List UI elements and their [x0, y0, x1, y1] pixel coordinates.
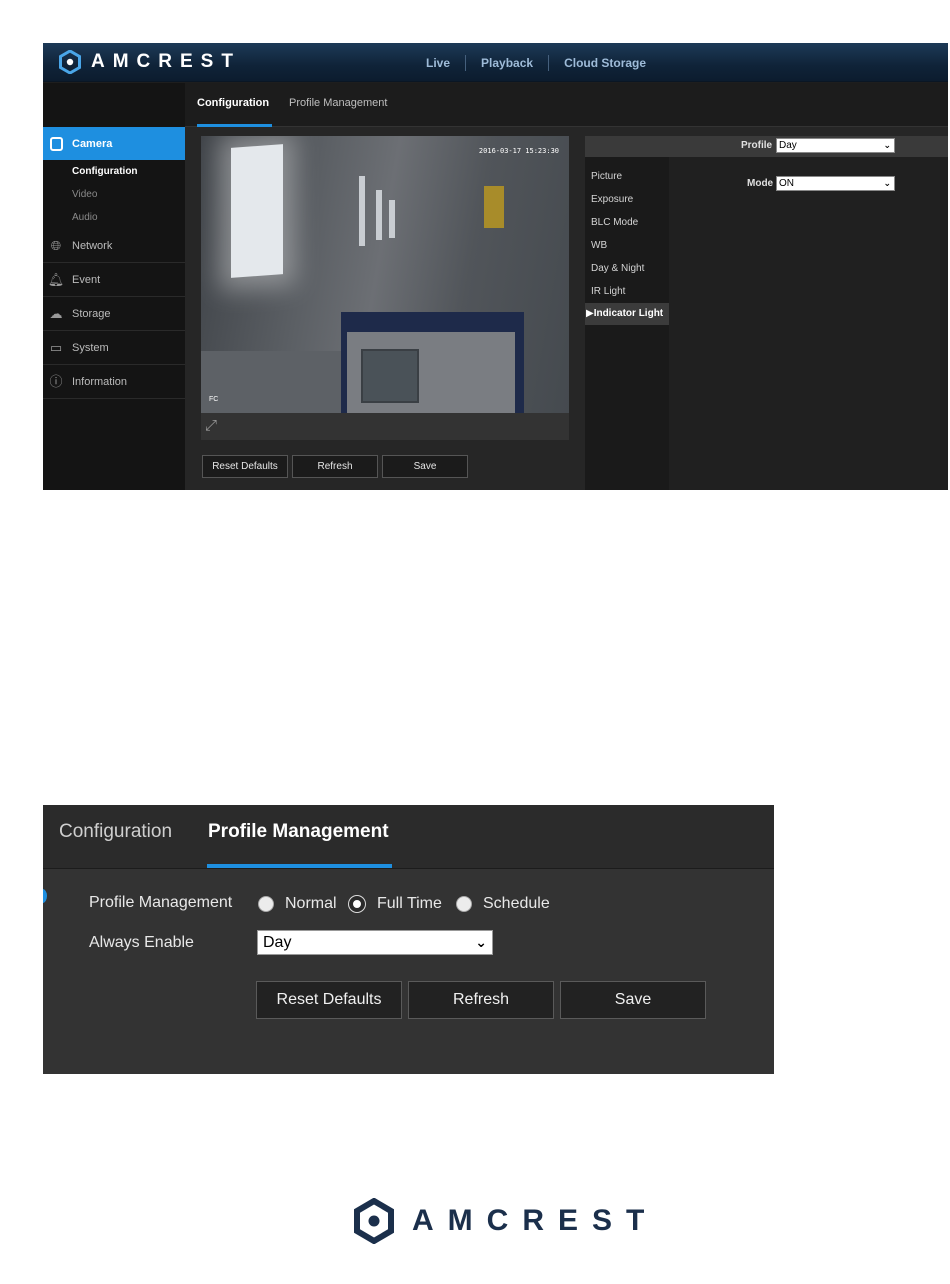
menu-blc-mode[interactable]: BLC Mode: [591, 217, 638, 228]
nav-cloud-storage[interactable]: Cloud Storage: [549, 56, 661, 70]
profile-management-label: Profile Management: [89, 894, 233, 911]
video-toolbar: ⤢: [201, 413, 569, 440]
amcrest-logo-icon: [354, 1198, 394, 1244]
footer-logo: AMCREST: [354, 1198, 658, 1244]
video-scene: [231, 144, 283, 278]
monitor-icon: ▭: [49, 339, 63, 355]
brand-logo: AMCREST: [59, 50, 241, 74]
tabs: Configuration Profile Management: [43, 805, 774, 869]
save-button[interactable]: Save: [382, 455, 468, 478]
refresh-button[interactable]: Refresh: [292, 455, 378, 478]
chevron-down-icon: ⌄: [883, 178, 891, 188]
tab-configuration[interactable]: Configuration: [197, 97, 269, 109]
refresh-button[interactable]: Refresh: [408, 981, 554, 1019]
camera-config-screenshot: AMCREST Live Playback Cloud Storage Came…: [43, 43, 948, 490]
sidebar-item-storage[interactable]: ☁︎ Storage: [43, 297, 185, 331]
mode-label: Mode: [747, 178, 774, 189]
profile-label: Profile: [741, 140, 773, 151]
menu-exposure[interactable]: Exposure: [591, 194, 633, 205]
video-timestamp: 2016-03-17 15:23:30: [478, 147, 559, 155]
menu-picture[interactable]: Picture: [591, 171, 622, 182]
settings-panel: Profile Day ⌄ Picture Exposure BLC Mode …: [585, 136, 948, 490]
sidebar-item-label: Storage: [72, 307, 111, 320]
sidebar-item-label: Event: [72, 273, 101, 286]
mode-value: ON: [779, 178, 794, 189]
chevron-down-icon: ⌄: [475, 934, 487, 950]
sidebar-item-label: Network: [72, 239, 113, 252]
sidebar-item-label: Information: [72, 375, 128, 388]
video-channel-label: FC: [209, 396, 219, 403]
top-nav: Live Playback Cloud Storage: [411, 43, 661, 82]
tab-profile-management[interactable]: Profile Management: [208, 821, 389, 843]
sidebar-item-label: Camera: [72, 137, 113, 150]
profile-value: Day: [779, 140, 797, 151]
always-enable-value: Day: [263, 934, 292, 951]
reset-defaults-button[interactable]: Reset Defaults: [202, 455, 288, 478]
video-scene: [361, 349, 419, 403]
radio-schedule-label: Schedule: [483, 895, 550, 912]
cloud-icon: ☁︎: [49, 305, 63, 321]
sidebar-item-system[interactable]: ▭ System: [43, 331, 185, 365]
brand-name: AMCREST: [91, 51, 241, 72]
active-tab-indicator: [207, 864, 392, 868]
sidebar-sub-video[interactable]: Video: [72, 189, 97, 200]
config-content: 2016-03-17 15:23:30 FC ⤢ Reset Defaults …: [185, 127, 948, 490]
amcrest-logo-icon: [59, 50, 81, 74]
sidebar-item-camera[interactable]: Camera: [43, 127, 192, 160]
sidebar-item-information[interactable]: ⓘ Information: [43, 365, 185, 399]
save-button[interactable]: Save: [560, 981, 706, 1019]
sidebar: Camera Configuration Video Audio 🌐︎ Netw…: [43, 83, 192, 490]
video-scene: [201, 351, 341, 413]
sidebar-edge: [43, 889, 47, 903]
radio-schedule[interactable]: [456, 896, 472, 912]
live-video-preview: 2016-03-17 15:23:30 FC: [201, 136, 569, 413]
sidebar-item-event[interactable]: 🔔︎ Event: [43, 263, 185, 297]
fullscreen-icon[interactable]: ⤢: [205, 417, 223, 435]
profile-select[interactable]: Day ⌄: [776, 138, 895, 153]
radio-normal[interactable]: [258, 896, 274, 912]
nav-live[interactable]: Live: [411, 56, 465, 70]
radio-normal-label: Normal: [285, 895, 337, 912]
radio-full-time-label: Full Time: [377, 895, 442, 912]
profile-header: Profile Day ⌄: [585, 136, 948, 157]
top-bar: AMCREST Live Playback Cloud Storage: [43, 43, 948, 82]
video-scene: [376, 190, 382, 240]
menu-day-night[interactable]: Day & Night: [591, 263, 644, 274]
sidebar-sub-audio[interactable]: Audio: [72, 212, 98, 223]
menu-indicator-light[interactable]: ▶Indicator Light: [585, 303, 669, 325]
always-enable-select[interactable]: Day ⌄: [257, 930, 493, 955]
video-scene: [484, 186, 504, 228]
profile-management-screenshot: Configuration Profile Management Profile…: [43, 805, 774, 1074]
globe-icon: 🌐︎: [50, 237, 62, 253]
video-scene: [389, 200, 395, 238]
sidebar-sub-configuration[interactable]: Configuration: [72, 166, 138, 177]
nav-playback[interactable]: Playback: [466, 56, 548, 70]
info-icon: ⓘ: [49, 373, 63, 389]
video-scene: [359, 176, 365, 246]
sidebar-item-label: System: [72, 341, 109, 354]
reset-defaults-button[interactable]: Reset Defaults: [256, 981, 402, 1019]
alarm-icon: 🔔︎: [47, 271, 65, 287]
brand-name: AMCREST: [412, 1204, 659, 1237]
camera-icon: [50, 136, 63, 151]
menu-ir-light[interactable]: IR Light: [591, 286, 625, 297]
tab-configuration[interactable]: Configuration: [59, 821, 172, 843]
menu-wb[interactable]: WB: [591, 240, 607, 251]
sidebar-item-network[interactable]: 🌐︎ Network: [43, 229, 185, 263]
always-enable-label: Always Enable: [89, 934, 194, 951]
sub-tabs: Configuration Profile Management: [185, 83, 948, 127]
settings-menu: Picture Exposure BLC Mode WB Day & Night…: [585, 157, 669, 490]
chevron-down-icon: ⌄: [883, 140, 891, 150]
tab-profile-management[interactable]: Profile Management: [289, 97, 387, 109]
radio-full-time[interactable]: [349, 896, 365, 912]
mode-select[interactable]: ON ⌄: [776, 176, 895, 191]
